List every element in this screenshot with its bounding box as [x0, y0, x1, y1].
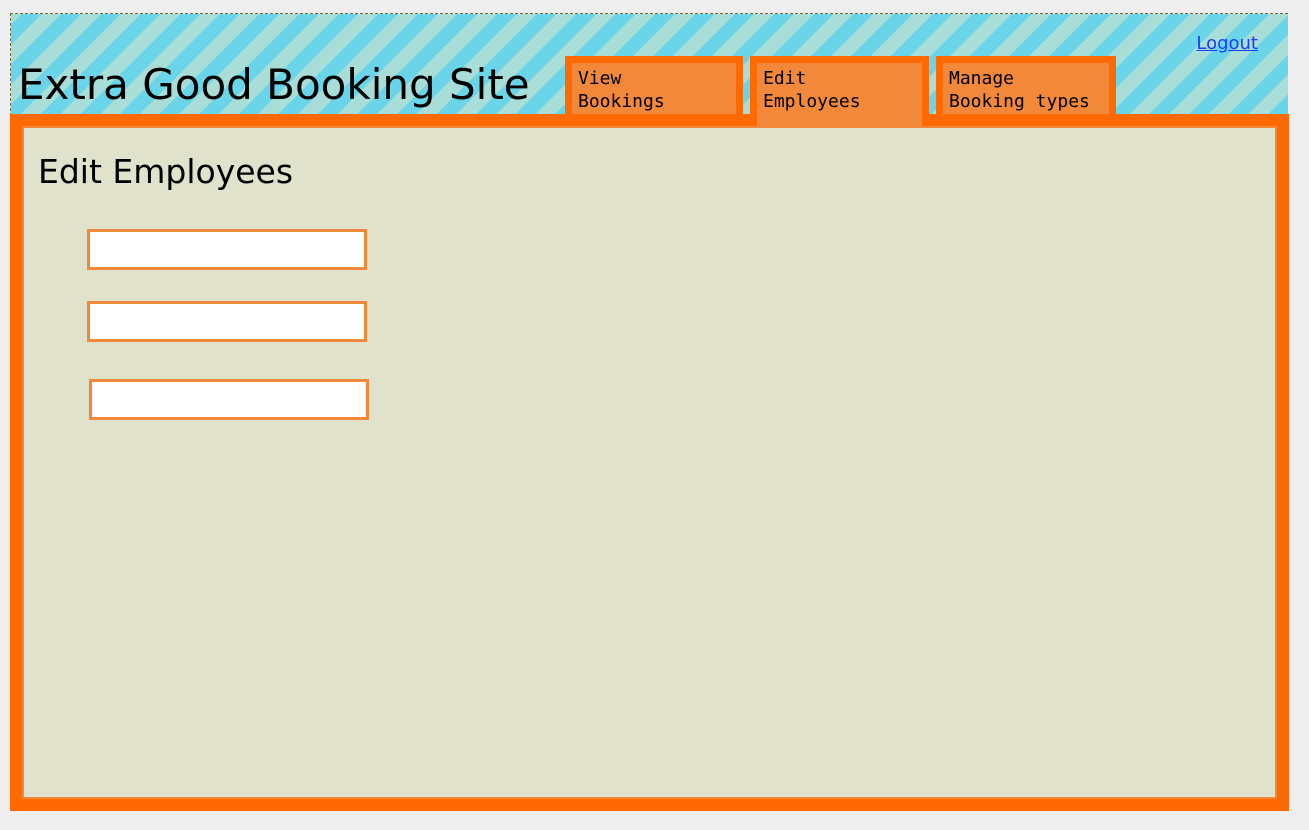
page-heading: Edit Employees	[38, 152, 294, 191]
tab-view-bookings[interactable]: View Bookings	[565, 56, 743, 116]
content-panel: Edit Employees	[10, 114, 1289, 811]
logout-link[interactable]: Logout	[1196, 33, 1258, 54]
employee-field-2[interactable]	[87, 301, 367, 342]
site-title: Extra Good Booking Site	[18, 60, 530, 109]
tab-edit-employees[interactable]: Edit Employees	[750, 56, 929, 126]
employee-field-3[interactable]	[89, 379, 369, 420]
tab-manage-booking-types[interactable]: Manage Booking types	[936, 56, 1116, 116]
content-inner: Edit Employees	[22, 126, 1277, 799]
employee-field-1[interactable]	[87, 229, 367, 270]
